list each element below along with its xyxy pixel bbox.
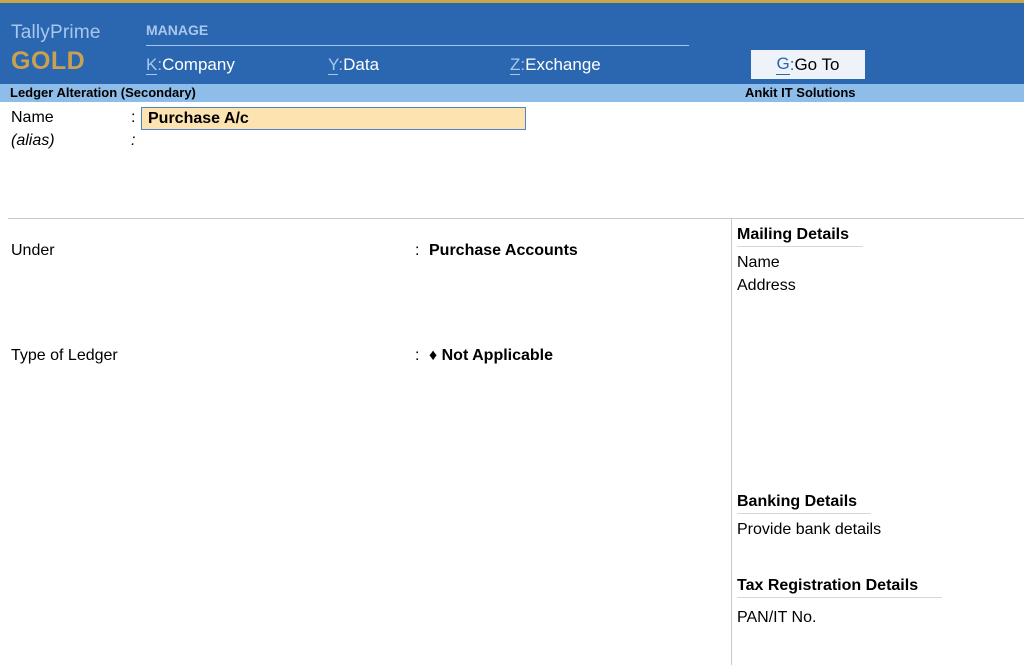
mailing-address-label: Address bbox=[737, 277, 796, 294]
mailing-name-label: Name bbox=[737, 254, 780, 271]
mailing-details-heading: Mailing Details bbox=[737, 226, 863, 247]
menu-exchange[interactable]: Z:Exchange bbox=[510, 55, 601, 75]
name-label: Name bbox=[11, 109, 54, 126]
menu-company-key: K bbox=[146, 55, 158, 75]
type-of-ledger-value[interactable]: ♦ Not Applicable bbox=[429, 347, 553, 365]
brand-edition: GOLD bbox=[11, 47, 86, 75]
goto-button[interactable]: G: Go To bbox=[751, 50, 865, 79]
menu-company[interactable]: K:Company bbox=[146, 55, 235, 75]
under-label: Under bbox=[11, 242, 55, 259]
goto-key: G bbox=[776, 54, 790, 75]
menu-data-key: Y bbox=[328, 55, 339, 75]
type-of-ledger-colon: : bbox=[415, 347, 420, 364]
app-header: TallyPrime GOLD MANAGE K:Company Y:Data … bbox=[0, 3, 1024, 84]
under-colon: : bbox=[415, 242, 420, 259]
tax-registration-heading: Tax Registration Details bbox=[737, 577, 942, 598]
manage-section-label: MANAGE bbox=[146, 22, 209, 38]
menu-data-label: Data bbox=[343, 55, 380, 74]
under-value[interactable]: Purchase Accounts bbox=[429, 242, 578, 260]
alias-colon: : bbox=[131, 132, 136, 149]
menu-exchange-key: Z bbox=[510, 55, 521, 75]
banking-details-heading: Banking Details bbox=[737, 493, 871, 514]
title-bar: Ledger Alteration (Secondary) Ankit IT S… bbox=[0, 84, 1024, 102]
company-name: Ankit IT Solutions bbox=[745, 85, 856, 100]
menu-company-label: Company bbox=[162, 55, 235, 74]
type-of-ledger-label: Type of Ledger bbox=[11, 347, 118, 364]
menu-data[interactable]: Y:Data bbox=[328, 55, 379, 75]
banking-details-text[interactable]: Provide bank details bbox=[737, 521, 881, 539]
pan-it-label: PAN/IT No. bbox=[737, 609, 817, 626]
menu-exchange-label: Exchange bbox=[525, 55, 601, 74]
brand-name: TallyPrime bbox=[11, 22, 101, 43]
alias-label: (alias) bbox=[11, 132, 55, 149]
form-divider bbox=[8, 218, 1024, 219]
name-colon: : bbox=[131, 109, 136, 126]
ledger-name-field[interactable]: Purchase A/c bbox=[141, 107, 526, 130]
goto-label: Go To bbox=[794, 54, 840, 74]
screen-title: Ledger Alteration (Secondary) bbox=[10, 85, 196, 100]
manage-divider bbox=[146, 45, 689, 46]
panel-divider bbox=[731, 219, 732, 665]
